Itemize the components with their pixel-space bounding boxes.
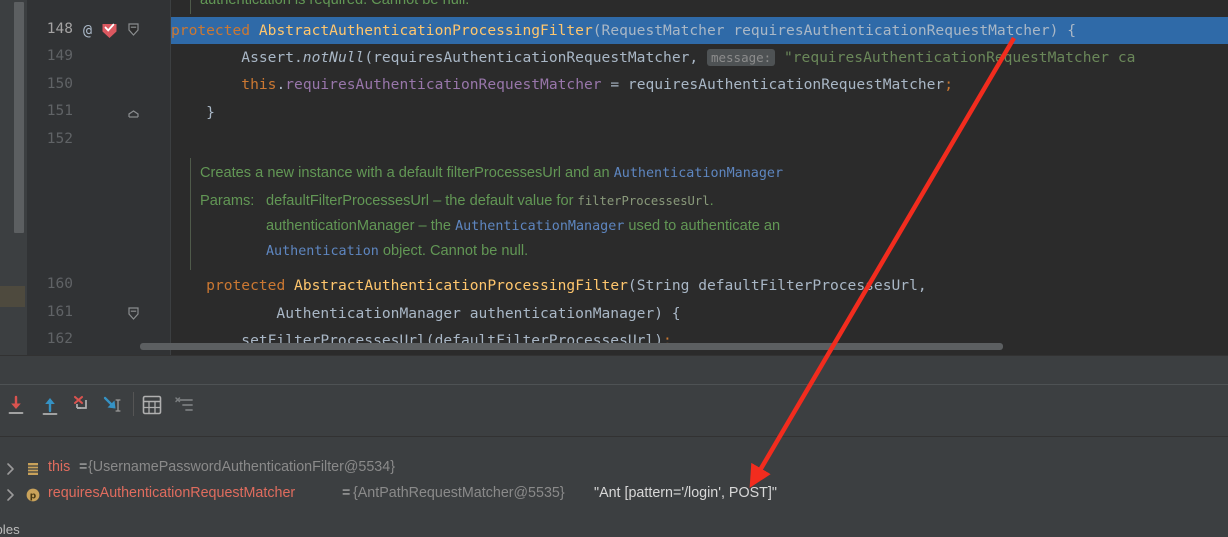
javadoc-param2-tail: used to authenticate an [624, 218, 781, 234]
code-line-151[interactable]: } [171, 99, 215, 126]
line-number-148: 148 [46, 21, 73, 37]
javadoc-guide-bar [190, 158, 191, 270]
variable-row-this[interactable]: this = {UsernamePasswordAuthenticationFi… [0, 457, 1228, 483]
vertical-scrollbar[interactable] [14, 2, 24, 233]
code-token-signature: (RequestMatcher requiresAuthenticationRe… [592, 22, 1076, 39]
code-token-field: requiresAuthenticationRequestMatcher [285, 76, 602, 93]
code-token-this: this [241, 76, 277, 93]
object-field-icon [25, 461, 41, 477]
javadoc-param1-tail: . [709, 193, 714, 209]
javadoc-param1-dash: – the default value for [429, 193, 578, 209]
variable-value-matcher: {AntPathRequestMatcher@5535} [353, 485, 565, 501]
code-indent-160 [171, 277, 206, 294]
code-editor[interactable]: authentication is required. Cannot be nu… [0, 0, 1228, 355]
javadoc-param3-tail: object. Cannot be null. [378, 243, 529, 259]
fold-collapse-icon-161[interactable] [128, 307, 139, 320]
fold-collapse-icon-148[interactable] [128, 23, 139, 36]
line-number-152: 152 [46, 131, 73, 147]
code-line-150[interactable]: this.requiresAuthenticationRequestMatche… [171, 71, 953, 98]
javadoc-param2-dash: – the [414, 218, 456, 234]
variable-name-matcher: requiresAuthenticationRequestMatcher [48, 485, 296, 501]
code-token-semicolon: ; [944, 76, 954, 93]
toolbar-top-divider [0, 384, 1228, 385]
bookmark-marker[interactable] [0, 286, 25, 307]
sort-values-icon[interactable] [172, 392, 198, 418]
code-token-class-name: AbstractAuthenticationProcessingFilter [258, 22, 593, 39]
svg-text:p: p [30, 492, 37, 502]
javadoc-summary-text: Creates a new instance with a default fi… [200, 165, 614, 181]
javadoc-param-2: authenticationManager – the Authenticati… [266, 213, 780, 240]
run-to-cursor-icon[interactable] [100, 392, 126, 418]
chevron-right-icon-2[interactable] [4, 487, 18, 503]
code-line-161[interactable]: AuthenticationManager authenticationMana… [171, 300, 681, 327]
code-token-arg: (requiresAuthenticationRequestMatcher, [364, 49, 707, 66]
line-number-162: 162 [46, 331, 73, 347]
line-number-161: 161 [46, 304, 73, 320]
code-token-class-name-2: AbstractAuthenticationProcessingFilter [294, 277, 628, 294]
variable-value-this: {UsernamePasswordAuthenticationFilter@55… [88, 459, 395, 475]
line-number-151: 151 [46, 103, 73, 119]
code-token-kw-protected-2: protected [206, 277, 295, 294]
line-number-149: 149 [46, 48, 73, 64]
javadoc-params-label: Params: [200, 193, 255, 209]
code-line-148[interactable]: protected AbstractAuthenticationProcessi… [171, 17, 1076, 44]
code-token-closebrace: } [171, 104, 215, 121]
code-token-signature-2: (String defaultFilterProcessesUrl, [627, 277, 927, 294]
variable-string-value-matcher: "Ant [pattern='/login', POST]" [594, 485, 777, 501]
javadoc-link-authentication-manager-2[interactable]: AuthenticationManager [455, 219, 624, 234]
javadoc-param1-code: filterProcessesUrl [577, 194, 710, 208]
code-indent-150 [171, 76, 241, 93]
chevron-right-icon[interactable] [4, 461, 18, 477]
line-number-160: 160 [46, 276, 73, 292]
code-token-signature-3: AuthenticationManager authenticationMana… [171, 305, 681, 322]
code-token-assign: = requiresAuthenticationRequestMatcher [601, 76, 945, 93]
javadoc-param1-name: defaultFilterProcessesUrl [266, 193, 430, 209]
javadoc-partial-line: authentication is required. Cannot be nu… [200, 0, 470, 8]
javadoc-param2-name: authenticationManager [266, 218, 415, 234]
fold-end-icon-151[interactable] [128, 106, 139, 118]
code-token-kw-protected: protected [171, 22, 259, 39]
code-line-160[interactable]: protected AbstractAuthenticationProcessi… [171, 272, 927, 299]
line-number-150: 150 [46, 76, 73, 92]
horizontal-scrollbar[interactable] [140, 343, 1003, 350]
code-token-assert: Assert. [171, 49, 303, 66]
code-token-string: "requiresAuthenticationRequestMatcher ca [775, 49, 1136, 66]
step-out-icon[interactable] [37, 392, 63, 418]
ide-debug-screenshot: authentication is required. Cannot be nu… [0, 0, 1228, 537]
verified-breakpoint-icon[interactable] [101, 22, 117, 38]
javadoc-link-authentication[interactable]: Authentication [266, 244, 379, 259]
variable-equals-2: = [338, 485, 355, 501]
step-over-icon[interactable] [3, 392, 29, 418]
variable-row-requiresauthenticationrequestmatcher[interactable]: p requiresAuthenticationRequestMatcher =… [0, 483, 1228, 509]
inline-parameter-hint: message: [706, 49, 776, 66]
code-line-149[interactable]: Assert.notNull(requiresAuthenticationReq… [171, 44, 1135, 71]
toolbar-separator [133, 392, 134, 416]
code-token-notnull: notNull [302, 49, 365, 66]
javadoc-param-1: defaultFilterProcessesUrl – the default … [266, 188, 714, 215]
javadoc-link-authentication-manager[interactable]: AuthenticationManager [614, 166, 783, 181]
parameter-icon: p [25, 487, 41, 503]
override-annotation-marker[interactable]: @ [83, 21, 92, 39]
force-step-into-icon[interactable] [69, 392, 95, 418]
tab-variables-label[interactable]: ables [0, 522, 20, 537]
code-line-162[interactable]: setFilterProcessesUrl(defaultFilterProce… [171, 327, 672, 354]
evaluate-expression-icon[interactable] [139, 392, 165, 418]
debugger-panel: ables this = {UsernamePasswordAuthentica… [0, 355, 1228, 537]
variable-name-this: this [48, 459, 71, 475]
code-token-dot: . [276, 76, 286, 93]
panel-top-divider [0, 355, 1228, 356]
javadoc-param-3: Authentication object. Cannot be null. [266, 238, 528, 265]
javadoc-guide-bar-top [190, 0, 191, 14]
javadoc-summary: Creates a new instance with a default fi… [200, 160, 783, 187]
